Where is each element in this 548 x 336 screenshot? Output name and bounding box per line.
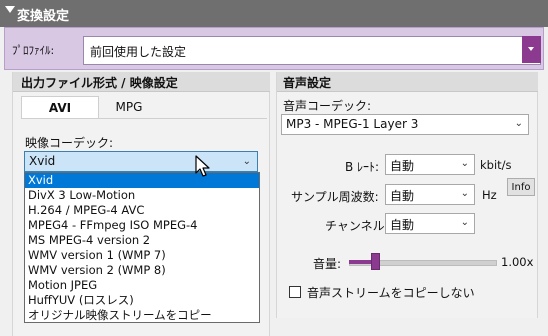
profile-label: ﾌﾟﾛﾌｧｲﾙ: (12, 44, 55, 57)
bitrate-label: B ﾚｰﾄ: (345, 160, 380, 174)
section-title: 変換設定 (17, 9, 70, 24)
info-button[interactable]: Info (507, 178, 535, 196)
audio-codec-value: MP3 - MPEG-1 Layer 3 (286, 117, 419, 131)
channel-value: 自動 (390, 218, 415, 232)
profile-section: ﾌﾟﾛﾌｧｲﾙ: 前回使用した設定 (4, 27, 544, 70)
codec-option[interactable]: WMV version 2 (WMP 8) (25, 263, 259, 278)
volume-label: 音量: (313, 257, 342, 271)
dropdown-arrow-icon (528, 47, 534, 51)
codec-option[interactable]: MS MPEG-4 version 2 (25, 233, 259, 248)
mouse-cursor-icon (195, 155, 210, 177)
chevron-down-icon[interactable]: ⌄ (461, 188, 469, 199)
tab-mpg[interactable]: MPG (99, 96, 159, 118)
copy-audio-checkbox[interactable] (289, 286, 301, 298)
profile-dropdown-button[interactable] (522, 36, 541, 63)
codec-option[interactable]: Xvid (25, 173, 259, 188)
chevron-down-icon[interactable]: ⌄ (461, 158, 469, 169)
video-codec-value: Xvid (29, 154, 56, 168)
chevron-down-icon[interactable]: ⌄ (515, 118, 523, 129)
codec-option[interactable]: DivX 3 Low-Motion (25, 188, 259, 203)
codec-option[interactable]: WMV version 1 (WMP 7) (25, 248, 259, 263)
sample-rate-label: サンプル周波数: (291, 190, 379, 204)
collapse-triangle-icon[interactable] (5, 6, 15, 13)
codec-option[interactable]: MPEG4 - FFmpeg ISO MPEG-4 (25, 218, 259, 233)
bitrate-select[interactable]: 自動 ⌄ (385, 154, 475, 175)
chevron-down-icon[interactable]: ⌄ (461, 217, 469, 228)
codec-option[interactable]: H.264 / MPEG-4 AVC (25, 203, 259, 218)
sample-rate-select[interactable]: 自動 ⌄ (385, 184, 475, 205)
sample-rate-unit: Hz (482, 188, 497, 202)
volume-slider-thumb[interactable] (371, 253, 381, 270)
tab-avi[interactable]: AVI (21, 96, 99, 119)
video-codec-select[interactable]: Xvid ⌄ (24, 151, 258, 172)
codec-option[interactable]: Motion JPEG (25, 278, 259, 293)
audio-settings-panel: 音声設定 音声コーデック: MP3 - MPEG-1 Layer 3 ⌄ B ﾚ… (276, 72, 538, 318)
audio-codec-label: 音声コーデック: (283, 99, 372, 113)
video-panel-header: 出力ファイル形式 / 映像設定 (13, 72, 270, 92)
video-codec-dropdown-list[interactable]: Xvid DivX 3 Low-Motion H.264 / MPEG-4 AVC M… (24, 172, 260, 323)
tab-divider (21, 118, 267, 119)
video-panel-title: 出力ファイル形式 / 映像設定 (21, 76, 178, 90)
codec-option[interactable]: HuffYUV (ロスレス) (25, 293, 259, 308)
section-header[interactable]: 変換設定 (0, 0, 548, 27)
channel-select[interactable]: 自動 ⌄ (385, 213, 475, 234)
codec-option[interactable]: オリジナル映像ストリームをコピー (25, 308, 259, 323)
audio-panel-header: 音声設定 (277, 72, 538, 92)
copy-audio-label[interactable]: 音声ストリームをコピーしない (307, 284, 475, 301)
volume-value: 1.00x (501, 255, 534, 269)
profile-value: 前回使用した設定 (90, 45, 187, 59)
chevron-down-icon[interactable]: ⌄ (243, 156, 251, 167)
channel-label: チャンネル: (325, 219, 389, 233)
bitrate-unit: kbit/s (480, 158, 512, 172)
video-codec-label: 映像コーデック: (25, 136, 114, 150)
audio-codec-select[interactable]: MP3 - MPEG-1 Layer 3 ⌄ (281, 114, 529, 135)
bitrate-value: 自動 (390, 159, 415, 173)
profile-select[interactable]: 前回使用した設定 (83, 36, 541, 65)
audio-panel-title: 音声設定 (283, 76, 332, 90)
sample-rate-value: 自動 (390, 189, 415, 203)
